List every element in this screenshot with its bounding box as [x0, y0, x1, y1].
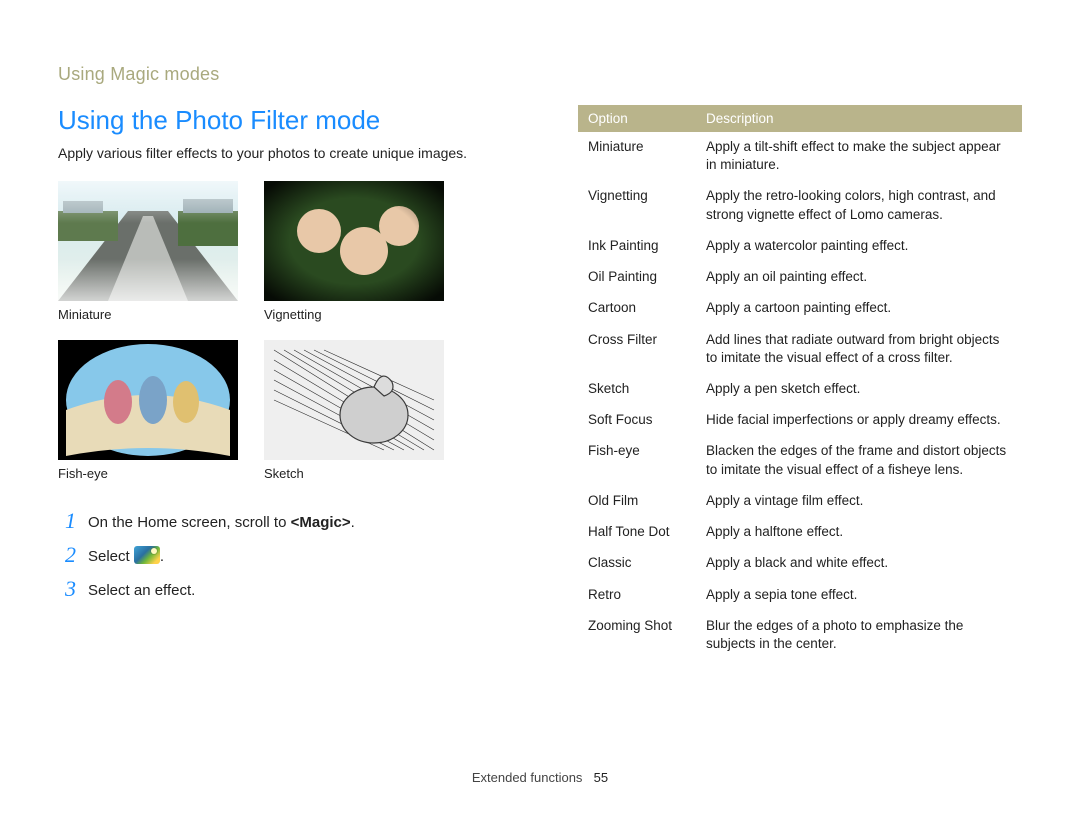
- section-title: Using the Photo Filter mode: [58, 105, 538, 136]
- running-head: Using Magic modes: [58, 64, 1022, 85]
- footer-label: Extended functions: [472, 770, 583, 785]
- cell-option: Zooming Shot: [578, 610, 696, 659]
- sample-row-2: Fish-eye Sketch: [58, 340, 538, 481]
- th-description: Description: [696, 105, 1022, 132]
- table-row: Cross FilterAdd lines that radiate outwa…: [578, 324, 1022, 373]
- sample-vignetting: Vignetting: [264, 181, 444, 322]
- caption-vignetting: Vignetting: [264, 307, 444, 322]
- step-number: 1: [58, 509, 76, 533]
- steps-list: 1 On the Home screen, scroll to <Magic>.…: [58, 509, 538, 602]
- manual-page: Using Magic modes Using the Photo Filter…: [0, 0, 1080, 815]
- cell-description: Apply a tilt-shift effect to make the su…: [696, 132, 1022, 181]
- right-column: Option Description MiniatureApply a tilt…: [578, 105, 1022, 659]
- caption-miniature: Miniature: [58, 307, 238, 322]
- cell-option: Half Tone Dot: [578, 517, 696, 548]
- step-number: 2: [58, 543, 76, 567]
- cell-description: Apply a cartoon painting effect.: [696, 293, 1022, 324]
- cell-description: Apply a watercolor painting effect.: [696, 230, 1022, 261]
- table-row: CartoonApply a cartoon painting effect.: [578, 293, 1022, 324]
- cell-option: Fish-eye: [578, 436, 696, 485]
- table-row: Ink PaintingApply a watercolor painting …: [578, 230, 1022, 261]
- cell-option: Old Film: [578, 485, 696, 516]
- step-number: 3: [58, 577, 76, 601]
- page-number: 55: [594, 770, 608, 785]
- sample-row-1: Miniature: [58, 181, 538, 322]
- cell-option: Miniature: [578, 132, 696, 181]
- caption-fisheye: Fish-eye: [58, 466, 238, 481]
- page-footer: Extended functions 55: [0, 770, 1080, 785]
- table-row: MiniatureApply a tilt-shift effect to ma…: [578, 132, 1022, 181]
- step-3-pre: Select an effect.: [88, 582, 195, 599]
- cell-option: Retro: [578, 579, 696, 610]
- caption-sketch: Sketch: [264, 466, 444, 481]
- step-2-pre: Select: [88, 548, 134, 565]
- step-text: Select an effect.: [88, 577, 195, 601]
- table-row: Soft FocusHide facial imperfections or a…: [578, 405, 1022, 436]
- table-row: Fish-eyeBlacken the edges of the frame a…: [578, 436, 1022, 485]
- th-option: Option: [578, 105, 696, 132]
- cell-description: Apply a vintage film effect.: [696, 485, 1022, 516]
- step-2-post: .: [160, 548, 164, 565]
- table-row: ClassicApply a black and white effect.: [578, 548, 1022, 579]
- step-1-post: .: [351, 514, 355, 531]
- thumb-fisheye: [58, 340, 238, 460]
- intro-text: Apply various filter effects to your pho…: [58, 144, 538, 163]
- options-table: Option Description MiniatureApply a tilt…: [578, 105, 1022, 659]
- table-row: SketchApply a pen sketch effect.: [578, 373, 1022, 404]
- cell-description: Apply the retro-looking colors, high con…: [696, 181, 1022, 230]
- thumb-sketch: [264, 340, 444, 460]
- table-row: Old FilmApply a vintage film effect.: [578, 485, 1022, 516]
- cell-description: Blur the edges of a photo to emphasize t…: [696, 610, 1022, 659]
- cell-description: Apply a sepia tone effect.: [696, 579, 1022, 610]
- cell-description: Apply an oil painting effect.: [696, 262, 1022, 293]
- cell-option: Ink Painting: [578, 230, 696, 261]
- table-header-row: Option Description: [578, 105, 1022, 132]
- step-text: On the Home screen, scroll to <Magic>.: [88, 509, 355, 533]
- cell-description: Blacken the edges of the frame and disto…: [696, 436, 1022, 485]
- cell-option: Vignetting: [578, 181, 696, 230]
- step-1: 1 On the Home screen, scroll to <Magic>.: [58, 509, 538, 533]
- cell-description: Hide facial imperfections or apply dream…: [696, 405, 1022, 436]
- cell-description: Apply a halftone effect.: [696, 517, 1022, 548]
- step-text: Select .: [88, 543, 164, 567]
- step-1-pre: On the Home screen, scroll to: [88, 514, 291, 531]
- sample-fisheye: Fish-eye: [58, 340, 238, 481]
- photo-filter-icon: [134, 546, 160, 564]
- sample-miniature: Miniature: [58, 181, 238, 322]
- cell-option: Oil Painting: [578, 262, 696, 293]
- thumb-miniature: [58, 181, 238, 301]
- step-2: 2 Select .: [58, 543, 538, 567]
- thumb-vignetting: [264, 181, 444, 301]
- content-columns: Using the Photo Filter mode Apply variou…: [58, 105, 1022, 659]
- sample-sketch: Sketch: [264, 340, 444, 481]
- table-row: Zooming ShotBlur the edges of a photo to…: [578, 610, 1022, 659]
- table-row: Oil PaintingApply an oil painting effect…: [578, 262, 1022, 293]
- cell-option: Cross Filter: [578, 324, 696, 373]
- cell-option: Classic: [578, 548, 696, 579]
- cell-description: Add lines that radiate outward from brig…: [696, 324, 1022, 373]
- cell-option: Soft Focus: [578, 405, 696, 436]
- cell-option: Cartoon: [578, 293, 696, 324]
- cell-description: Apply a black and white effect.: [696, 548, 1022, 579]
- step-3: 3 Select an effect.: [58, 577, 538, 601]
- cell-description: Apply a pen sketch effect.: [696, 373, 1022, 404]
- table-row: RetroApply a sepia tone effect.: [578, 579, 1022, 610]
- left-column: Using the Photo Filter mode Apply variou…: [58, 105, 538, 659]
- step-1-bold: <Magic>: [291, 514, 351, 531]
- table-row: VignettingApply the retro-looking colors…: [578, 181, 1022, 230]
- cell-option: Sketch: [578, 373, 696, 404]
- table-row: Half Tone DotApply a halftone effect.: [578, 517, 1022, 548]
